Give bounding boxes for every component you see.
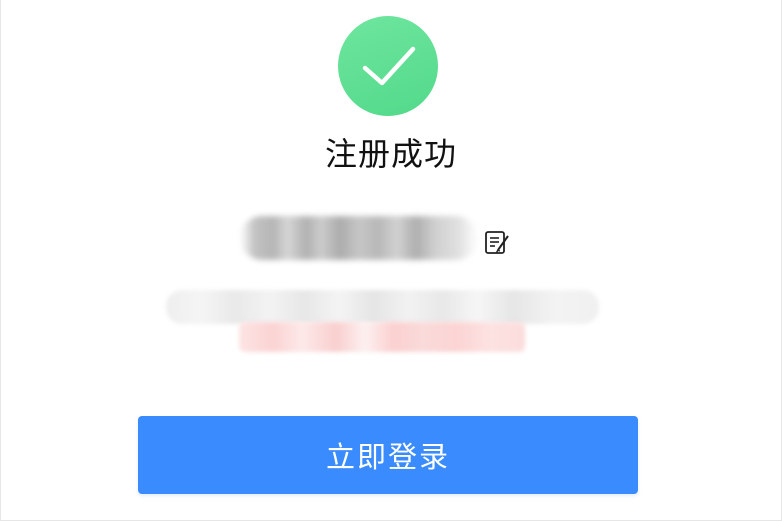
edit-note-icon[interactable] [483, 228, 511, 256]
obscured-notice-text [166, 290, 599, 324]
obscured-warning-text [239, 322, 525, 352]
page-title: 注册成功 [324, 135, 457, 173]
login-now-button[interactable]: 立即登录 [138, 416, 638, 494]
obscured-account-name [240, 216, 478, 260]
account-row [240, 212, 540, 262]
check-mark-icon [362, 46, 416, 86]
frame-left-border [0, 0, 1, 521]
check-circle-icon [338, 16, 438, 116]
